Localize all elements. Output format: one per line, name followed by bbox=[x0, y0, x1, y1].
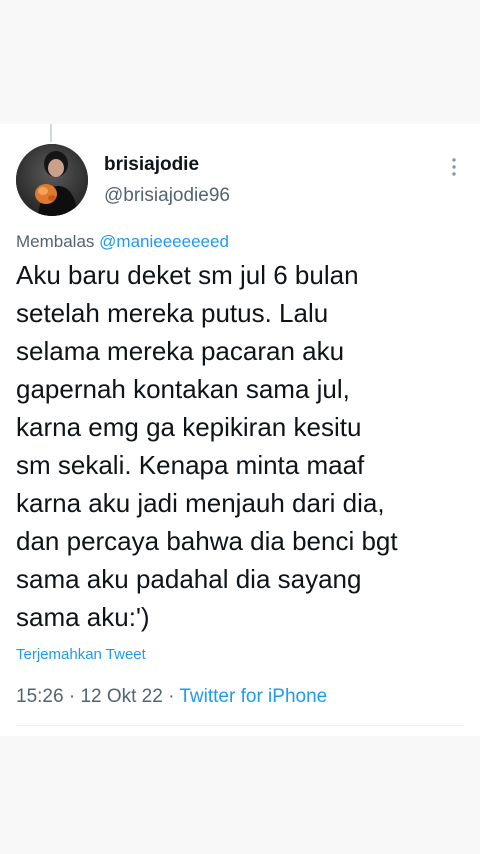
thread-connector-line bbox=[50, 124, 52, 142]
reply-context: Membalas @manieeeeeeed bbox=[16, 232, 229, 252]
translate-tweet-link[interactable]: Terjemahkan Tweet bbox=[16, 646, 146, 663]
meta-separator: · bbox=[168, 686, 175, 707]
user-handle[interactable]: @brisiajodie96 bbox=[104, 185, 230, 207]
meta-separator: · bbox=[68, 686, 76, 707]
tweet-source-link[interactable]: Twitter for iPhone bbox=[179, 686, 327, 707]
reply-prefix: Membalas bbox=[16, 232, 95, 251]
reply-mention-link[interactable]: @manieeeeeeed bbox=[99, 232, 229, 251]
display-name[interactable]: brisiajodie bbox=[104, 154, 199, 176]
tweet-time[interactable]: 15:26 bbox=[16, 686, 64, 707]
tweet-date[interactable]: 12 Okt 22 bbox=[80, 686, 162, 707]
more-vertical-icon bbox=[452, 158, 456, 176]
avatar[interactable] bbox=[16, 144, 88, 216]
divider bbox=[16, 725, 464, 726]
tweet-metadata: 15:26 · 12 Okt 22 · Twitter for iPhone bbox=[16, 686, 327, 708]
tweet-card: brisiajodie @brisiajodie96 Membalas @man… bbox=[0, 124, 480, 736]
tweet-text: Aku baru deket sm jul 6 bulan setelah me… bbox=[16, 260, 398, 632]
more-options-button[interactable] bbox=[440, 152, 468, 182]
avatar-image bbox=[16, 144, 88, 216]
